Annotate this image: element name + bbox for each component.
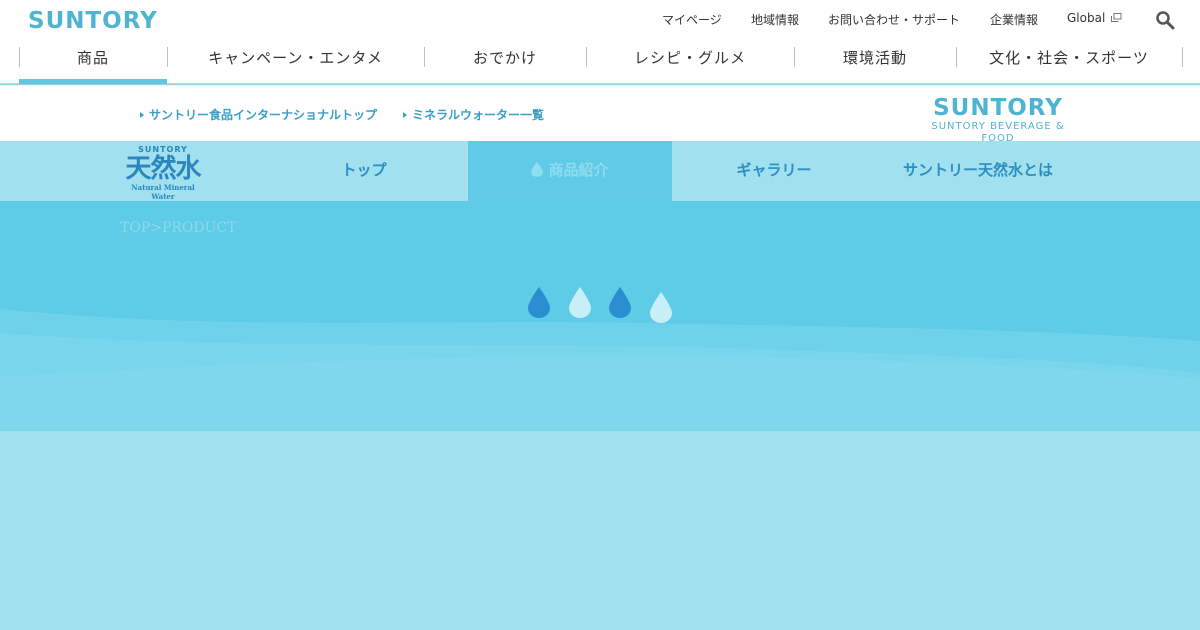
nav-outings[interactable]: おでかけ [424,40,586,84]
water-drop-icon [650,292,672,323]
tennensui-logo-name: 天然水 [125,154,201,184]
global-link-label: Global [1067,11,1106,25]
main-content-area [0,431,1200,630]
brand-nav: SUNTORY 天然水 Natural Mineral Water トップ 商品… [0,141,1200,201]
arrow-right-icon [140,112,144,118]
beverage-food-top-link[interactable]: サントリー食品インターナショナルトップ [140,106,377,123]
nav-culture-society-sports[interactable]: 文化・社会・スポーツ [956,40,1182,84]
tennensui-logo[interactable]: SUNTORY 天然水 Natural Mineral Water [120,145,206,201]
external-link-icon [1111,13,1122,22]
region-info-link[interactable]: 地域情報 [751,11,799,29]
nav-recipes-gourmet[interactable]: レシピ・グルメ [586,40,794,84]
brand-nav-top[interactable]: トップ [262,141,466,201]
global-header: SUNTORY マイページ 地域情報 お問い合わせ・サポート 企業情報 Glob… [0,0,1200,84]
suntory-logo[interactable]: SUNTORY [28,8,158,34]
brand-nav-products[interactable]: 商品紹介 [468,141,672,201]
arrow-right-icon [403,112,407,118]
breadcrumb: TOP>PRODUCT [120,220,237,236]
water-drop-icon [531,162,544,177]
link-label: サントリー食品インターナショナルトップ [149,108,378,122]
brand-nav-about[interactable]: サントリー天然水とは [876,141,1080,201]
brand-nav-gallery[interactable]: ギャラリー [672,141,876,201]
link-label: ミネラルウォーター一覧 [412,108,545,122]
tennensui-logo-caption: Natural Mineral Water [131,183,195,201]
nav-environment[interactable]: 環境活動 [794,40,956,84]
global-link[interactable]: Global [1067,11,1122,29]
water-drop-icon [528,287,550,318]
loading-indicator [528,287,672,323]
water-drop-icon [609,287,631,318]
global-nav: 商品 キャンペーン・エンタメ おでかけ レシピ・グルメ 環境活動 文化・社会・ス… [0,40,1200,84]
sub-header: サントリー食品インターナショナルトップ ミネラルウォーター一覧 SUNTORY … [0,85,1200,144]
brand-nav-products-label: 商品紹介 [548,161,609,179]
nav-divider [1182,47,1183,67]
sbf-logo-main: SUNTORY [933,95,1063,121]
suntory-beverage-food-logo[interactable]: SUNTORY SUNTORY BEVERAGE & FOOD [915,95,1081,145]
water-drop-icon [569,287,591,318]
nav-products[interactable]: 商品 [19,40,167,84]
contact-support-link[interactable]: お問い合わせ・サポート [828,11,960,29]
corporate-info-link[interactable]: 企業情報 [990,11,1038,29]
nav-campaign-entertainment[interactable]: キャンペーン・エンタメ [167,40,424,84]
mineral-water-list-link[interactable]: ミネラルウォーター一覧 [403,106,544,123]
search-icon[interactable] [1155,10,1175,30]
mypage-link[interactable]: マイページ [662,11,722,29]
hero-banner: TOP>PRODUCT [0,201,1200,431]
